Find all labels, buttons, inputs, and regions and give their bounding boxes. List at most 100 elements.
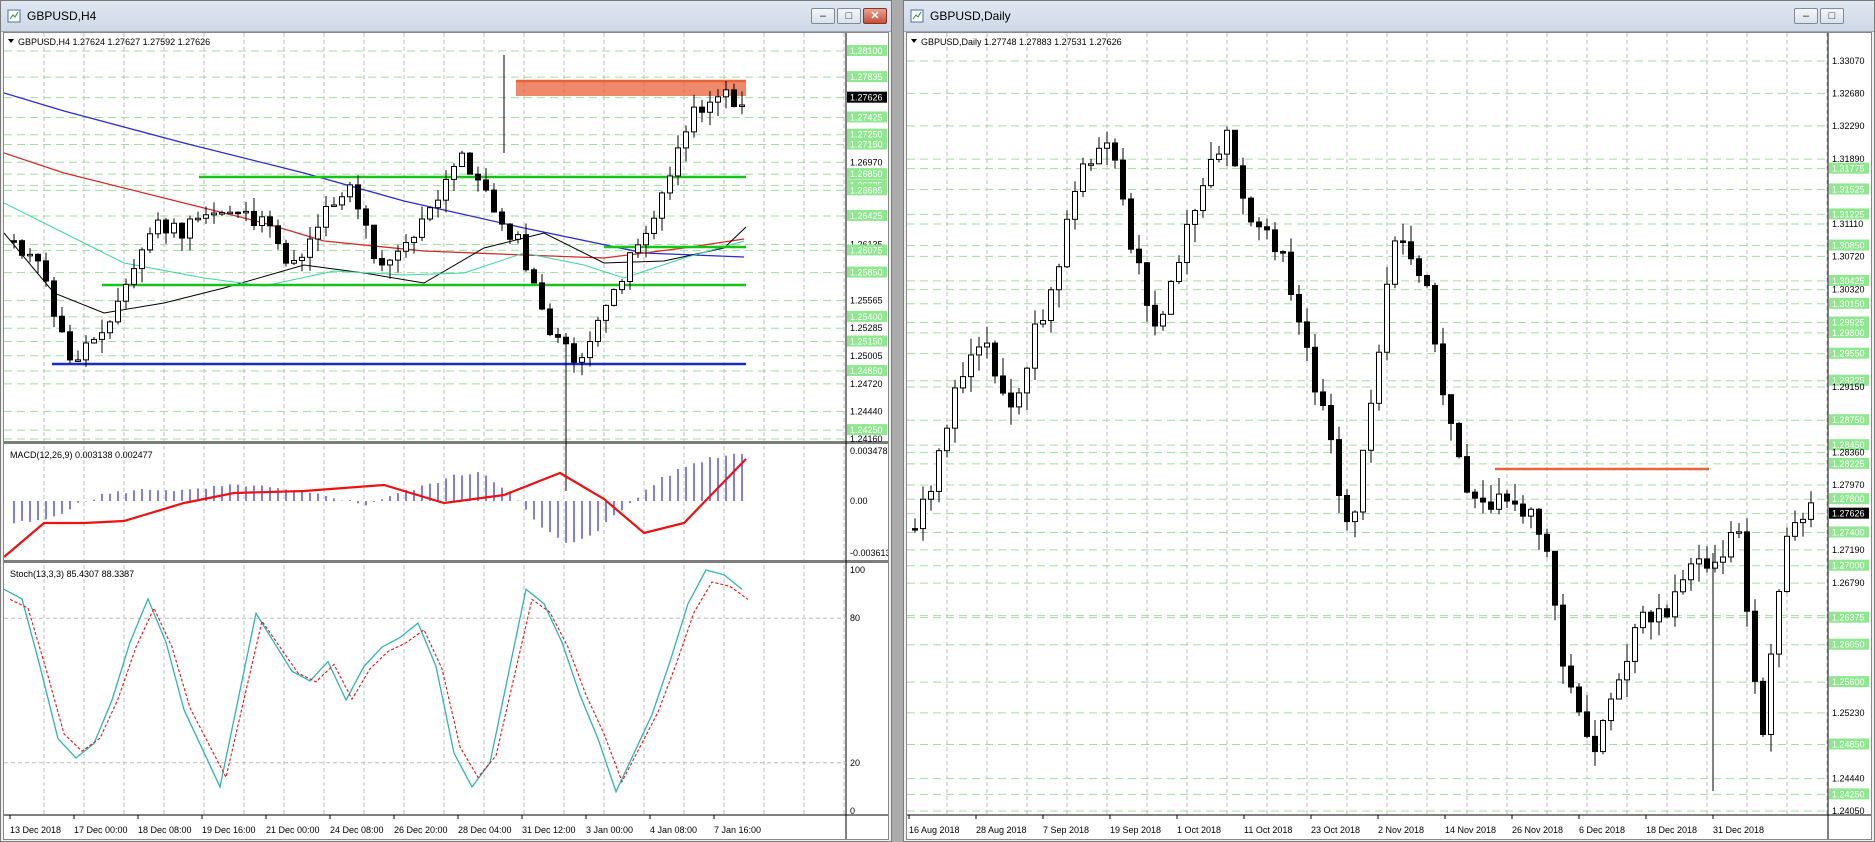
candle xyxy=(435,199,441,209)
candle xyxy=(555,334,561,338)
daily-chart-canvas[interactable]: GBPUSD,Daily 1.27748 1.27883 1.27531 1.2… xyxy=(907,33,1872,840)
price-axis-label: 1.26790 xyxy=(1832,578,1865,588)
candle xyxy=(1744,531,1750,612)
candle xyxy=(1168,281,1174,315)
candle xyxy=(283,242,289,264)
candle xyxy=(1176,262,1182,283)
daily-chart-area[interactable]: GBPUSD,Daily 1.27748 1.27883 1.27531 1.2… xyxy=(906,32,1872,840)
price-axis-label: 1.26425 xyxy=(850,211,883,221)
candle xyxy=(1760,680,1766,735)
price-axis-label: 1.26375 xyxy=(1832,613,1865,623)
price-axis-label: 1.26050 xyxy=(1832,640,1865,650)
candle xyxy=(35,253,41,262)
macd-header: MACD(12,26,9) 0.003138 0.002477 xyxy=(10,450,153,460)
title-bar[interactable]: GBPUSD,H4 – □ ✕ xyxy=(1,1,891,32)
candle xyxy=(1000,375,1006,394)
candle xyxy=(483,179,489,191)
window-gbpusd-daily[interactable]: GBPUSD,Daily – □ ✕ GBPUSD,Daily 1.27748 … xyxy=(903,0,1875,842)
candle xyxy=(1208,158,1214,187)
candle xyxy=(643,232,649,246)
date-axis-label: 31 Dec 12:00 xyxy=(522,825,576,835)
candle xyxy=(467,152,473,175)
candle xyxy=(475,173,481,181)
candle xyxy=(1720,556,1726,563)
candle xyxy=(411,236,417,244)
candle xyxy=(984,342,990,348)
maximize-icon: □ xyxy=(845,10,853,22)
price-axis-label: 1.24440 xyxy=(850,406,883,416)
price-axis-label: 1.24050 xyxy=(1832,806,1865,816)
macd-axis-label: 0.003478 xyxy=(850,446,888,456)
maximize-button[interactable]: □ xyxy=(837,8,861,24)
candle xyxy=(1768,653,1774,735)
candle xyxy=(912,528,918,531)
price-axis-label: 1.30720 xyxy=(1832,251,1865,261)
candle xyxy=(1072,190,1078,220)
candle xyxy=(1416,258,1422,276)
price-axis-label: 1.33070 xyxy=(1832,56,1865,66)
candle xyxy=(1256,221,1262,228)
price-axis-label: 1.27970 xyxy=(1832,480,1865,490)
collapse-triangle-icon xyxy=(911,39,917,43)
price-axis-label: 1.27800 xyxy=(1832,494,1865,504)
candle xyxy=(1128,198,1134,250)
candle xyxy=(1800,518,1806,524)
maximize-button[interactable]: □ xyxy=(1820,8,1844,24)
date-axis-label: 4 Jan 08:00 xyxy=(650,825,697,835)
candle xyxy=(691,106,697,133)
candle xyxy=(195,217,201,221)
candle xyxy=(227,211,233,215)
date-axis-label: 3 Jan 00:00 xyxy=(586,825,633,835)
candle xyxy=(1736,531,1742,534)
candle xyxy=(699,106,705,113)
candle xyxy=(1512,500,1518,505)
candle xyxy=(539,282,545,310)
candle xyxy=(115,300,121,323)
candle xyxy=(1048,289,1054,322)
candle xyxy=(1032,323,1038,369)
candle xyxy=(243,210,249,214)
close-button[interactable]: ✕ xyxy=(863,8,887,24)
candle xyxy=(1056,266,1062,291)
candle xyxy=(1368,402,1374,451)
resistance-zone xyxy=(516,81,746,96)
title-bar[interactable]: GBPUSD,Daily – □ ✕ xyxy=(904,1,1874,32)
candle xyxy=(27,253,33,257)
candle xyxy=(1640,611,1646,629)
date-axis-label: 19 Sep 2018 xyxy=(1110,825,1161,835)
candle xyxy=(1448,394,1454,424)
candle xyxy=(1352,511,1358,523)
collapse-triangle-icon xyxy=(8,39,14,43)
candle xyxy=(139,249,145,270)
candle xyxy=(1504,493,1510,502)
pane-separator xyxy=(4,560,888,563)
candle xyxy=(1328,405,1334,441)
candle xyxy=(1536,508,1542,535)
candle xyxy=(131,268,137,285)
macd-signal-line xyxy=(4,458,747,558)
pane-separator xyxy=(4,441,888,444)
price-axis-label: 1.32680 xyxy=(1832,88,1865,98)
price-axis-label: 1.27190 xyxy=(1832,545,1865,555)
date-axis-label: 11 Oct 2018 xyxy=(1244,825,1292,835)
window-gbpusd-h4[interactable]: GBPUSD,H4 – □ ✕ GBPUSD,H4 1.27624 1.2762… xyxy=(0,0,892,842)
candle xyxy=(1480,497,1486,503)
candle xyxy=(1304,321,1310,348)
minimize-icon: – xyxy=(1802,10,1810,22)
candle xyxy=(419,218,425,238)
h4-chart-area[interactable]: GBPUSD,H4 1.27624 1.27627 1.27592 1.2762… xyxy=(3,32,889,840)
candle xyxy=(1336,439,1342,496)
date-axis-label: 17 Dec 00:00 xyxy=(74,825,128,835)
minimize-button[interactable]: – xyxy=(811,8,835,24)
price-axis-label: 1.24720 xyxy=(850,379,883,389)
candle xyxy=(579,357,585,363)
candle xyxy=(1752,610,1758,682)
candle xyxy=(235,211,241,215)
candle xyxy=(1104,142,1110,149)
h4-chart-canvas[interactable]: GBPUSD,H4 1.27624 1.27627 1.27592 1.2762… xyxy=(4,33,889,840)
candle xyxy=(307,238,313,258)
candle xyxy=(171,222,177,234)
candle xyxy=(1432,285,1438,345)
minimize-button[interactable]: – xyxy=(1794,8,1818,24)
candle xyxy=(1472,491,1478,499)
